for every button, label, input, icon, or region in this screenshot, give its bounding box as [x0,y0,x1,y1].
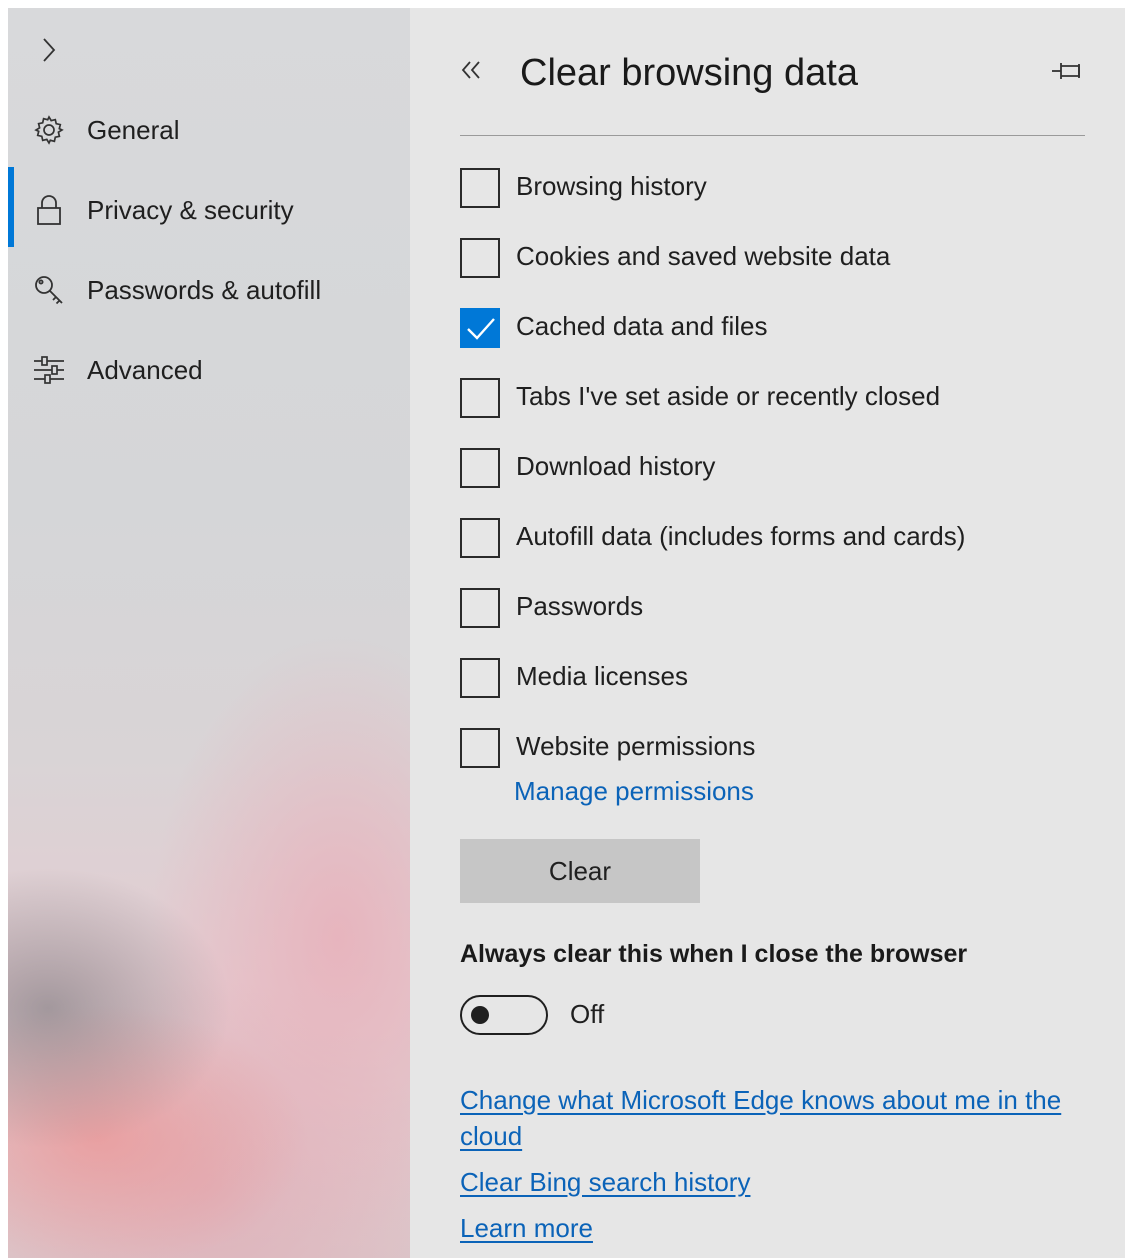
always-clear-heading: Always clear this when I close the brows… [460,940,968,968]
expand-sidebar-button[interactable] [34,30,64,70]
checkbox[interactable] [460,728,500,768]
back-button[interactable] [454,52,488,88]
always-clear-toggle[interactable] [460,995,548,1035]
sidebar-item-label: Privacy & security [87,194,294,225]
checkbox-row[interactable]: Passwords [460,588,1080,628]
checkbox-row[interactable]: Autofill data (includes forms and cards) [460,518,1080,558]
checkbox-label: Download history [516,450,716,481]
change-cloud-data-link[interactable]: Change what Microsoft Edge knows about m… [460,1082,1080,1154]
checkbox-label: Media licenses [516,660,688,691]
pin-icon [1052,63,1080,79]
double-chevron-left-icon [461,61,480,79]
checkbox-label: Cookies and saved website data [516,240,891,271]
checkbox-label: Tabs I've set aside or recently closed [516,380,941,411]
checkbox-row[interactable]: Cookies and saved website data [460,238,1080,278]
page-title: Clear browsing data [520,52,858,94]
toggle-knob [471,1006,489,1024]
checkbox-label: Cached data and files [516,310,768,341]
sidebar-item-general[interactable]: General [8,95,410,165]
clear-button[interactable]: Clear [460,839,700,903]
sidebar-item-privacy-security[interactable]: Privacy & security [8,167,410,247]
checkbox-label: Browsing history [516,170,707,201]
active-indicator [8,167,14,247]
learn-more-link[interactable]: Learn more [460,1210,1080,1246]
lock-icon [32,193,66,227]
checkbox[interactable] [460,378,500,418]
checkmark-icon [467,318,495,340]
checkbox[interactable] [460,448,500,488]
checkbox[interactable] [460,308,500,348]
checkbox-row[interactable]: Browsing history [460,168,1080,208]
clear-bing-history-link[interactable]: Clear Bing search history [460,1164,1080,1200]
gear-icon [32,113,66,147]
checkbox-row[interactable]: Cached data and files [460,308,1080,348]
manage-permissions-link[interactable]: Manage permissions [514,776,754,807]
pin-button[interactable] [1050,58,1086,84]
checkbox[interactable] [460,518,500,558]
checkbox-label: Passwords [516,590,644,621]
sidebar-item-label: General [87,114,180,145]
sliders-icon [32,353,66,387]
sidebar-item-label: Passwords & autofill [87,274,322,305]
checkbox-row[interactable]: Media licenses [460,658,1080,698]
sidebar-item-label: Advanced [87,354,203,385]
chevron-right-icon [43,38,56,62]
checkbox-row[interactable]: Download history [460,448,1080,488]
toggle-state-label: Off [570,999,605,1029]
clear-browsing-data-panel: Clear browsing data Browsing history Cook… [410,8,1125,1258]
checkbox[interactable] [460,588,500,628]
checkbox[interactable] [460,168,500,208]
checkbox[interactable] [460,658,500,698]
key-icon [32,273,66,307]
checkbox-row[interactable]: Tabs I've set aside or recently closed [460,378,1080,418]
settings-window: General Privacy & security Passwords & a… [8,8,1125,1258]
sidebar-item-advanced[interactable]: Advanced [8,335,410,405]
checkbox-label: Website permissions [516,730,756,761]
sidebar-item-passwords-autofill[interactable]: Passwords & autofill [8,255,410,325]
checkbox[interactable] [460,238,500,278]
checkbox-row[interactable]: Website permissions [460,728,1080,768]
sidebar: General Privacy & security Passwords & a… [8,8,410,1258]
checkbox-label: Autofill data (includes forms and cards) [516,520,966,551]
title-divider [460,135,1085,136]
